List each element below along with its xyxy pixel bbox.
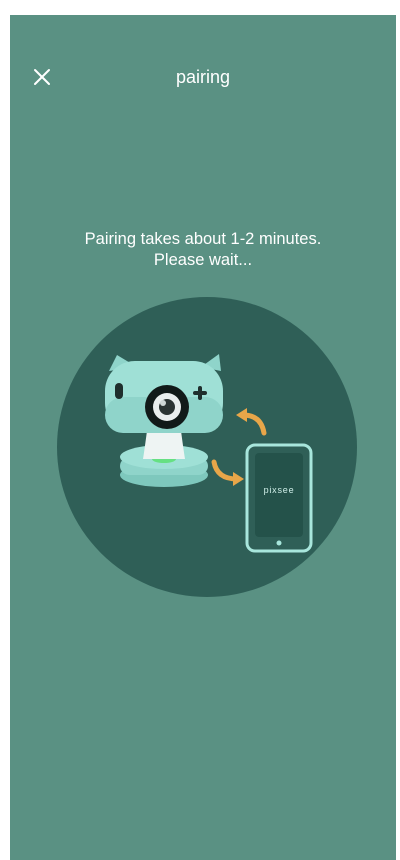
header: pairing <box>10 15 396 135</box>
pairing-message-line1: Pairing takes about 1-2 minutes. <box>84 230 322 248</box>
pairing-message-line2: Please wait... <box>153 251 253 269</box>
camera-device-icon <box>105 354 223 487</box>
illustration-circle <box>57 297 357 597</box>
phone-icon: pixsee <box>245 443 313 553</box>
pairing-illustration: pixsee <box>57 297 357 597</box>
pairing-screen: pairing Pairing takes about 1-2 minutes.… <box>10 15 396 860</box>
page-title: pairing <box>175 67 231 87</box>
phone-brand-label: pixsee <box>264 485 295 495</box>
pairing-message: Pairing takes about 1-2 minutes. Please … <box>10 229 396 271</box>
